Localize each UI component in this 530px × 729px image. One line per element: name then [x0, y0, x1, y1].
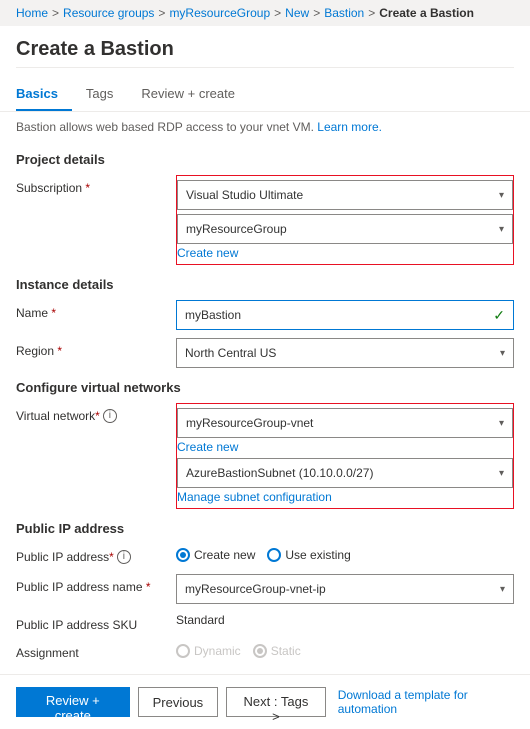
resource-group-chevron-icon: ▾ — [499, 224, 504, 235]
project-details-title: Project details — [0, 144, 530, 171]
breadcrumb-my-resource-group[interactable]: myResourceGroup — [169, 6, 270, 20]
region-label: Region * — [16, 338, 176, 358]
resource-group-select[interactable]: myResourceGroup ▾ — [177, 214, 513, 244]
assignment-static-label: Static — [271, 644, 301, 658]
subnet-select[interactable]: AzureBastionSubnet (10.10.0.0/27) ▾ — [177, 458, 513, 488]
virtual-network-chevron-icon: ▾ — [499, 418, 504, 429]
virtual-network-select[interactable]: myResourceGroup-vnet ▾ — [177, 408, 513, 438]
public-ip-create-new-option[interactable]: Create new — [176, 548, 255, 562]
breadcrumb-bastion[interactable]: Bastion — [324, 6, 364, 20]
virtual-network-row: Virtual network * i myResourceGroup-vnet… — [0, 399, 530, 513]
tab-tags[interactable]: Tags — [86, 78, 127, 111]
assignment-row: Assignment Dynamic Static — [0, 636, 530, 666]
assignment-static-radio[interactable] — [253, 644, 267, 658]
public-ip-name-row: Public IP address name * myResourceGroup… — [0, 570, 530, 608]
name-control: myBastion ✓ — [176, 300, 514, 330]
title-divider — [16, 67, 514, 68]
learn-more-link[interactable]: Learn more. — [317, 120, 382, 134]
download-template-link[interactable]: Download a template for automation — [338, 688, 514, 716]
public-ip-use-existing-option[interactable]: Use existing — [267, 548, 350, 562]
public-ip-create-new-radio[interactable] — [176, 548, 190, 562]
public-ip-create-new-label: Create new — [194, 548, 255, 562]
assignment-label: Assignment — [16, 640, 176, 660]
name-label: Name * — [16, 300, 176, 320]
subscription-label: Subscription * — [16, 175, 176, 195]
region-chevron-icon: ▾ — [500, 348, 505, 359]
public-ip-use-existing-label: Use existing — [285, 548, 350, 562]
public-ip-sku-label: Public IP address SKU — [16, 612, 176, 632]
public-ip-options: Create new Use existing — [176, 544, 514, 566]
next-button[interactable]: Next : Tags > — [226, 687, 326, 717]
resource-group-create-new-link[interactable]: Create new — [177, 246, 513, 260]
instance-details-title: Instance details — [0, 269, 530, 296]
subscription-row: Subscription * Visual Studio Ultimate ▾ … — [0, 171, 530, 269]
assignment-dynamic-label: Dynamic — [194, 644, 241, 658]
assignment-dynamic-radio[interactable] — [176, 644, 190, 658]
name-input[interactable]: myBastion ✓ — [176, 300, 514, 330]
review-create-button[interactable]: Review + create — [16, 687, 130, 717]
public-ip-name-control: myResourceGroup-vnet-ip ▾ — [176, 574, 514, 604]
subnet-chevron-icon: ▾ — [499, 468, 504, 479]
breadcrumb-resource-groups[interactable]: Resource groups — [63, 6, 154, 20]
region-control: North Central US ▾ — [176, 338, 514, 368]
subscription-chevron-icon: ▾ — [499, 190, 504, 201]
virtual-network-control: myResourceGroup-vnet ▾ Create new AzureB… — [176, 403, 514, 509]
breadcrumb: Home > Resource groups > myResourceGroup… — [0, 0, 530, 26]
virtual-network-label: Virtual network * i — [16, 403, 176, 423]
page-title: Create a Bastion — [0, 26, 530, 67]
public-ip-name-label: Public IP address name * — [16, 574, 176, 594]
public-ip-sku-value: Standard — [176, 612, 514, 627]
public-ip-sku-row: Public IP address SKU Standard — [0, 608, 530, 636]
assignment-options: Dynamic Static — [176, 640, 514, 662]
manage-subnet-link[interactable]: Manage subnet configuration — [177, 490, 513, 504]
region-select[interactable]: North Central US ▾ — [176, 338, 514, 368]
info-text: Bastion allows web based RDP access to y… — [0, 120, 530, 144]
assignment-control: Dynamic Static — [176, 640, 514, 662]
public-ip-label: Public IP address * i — [16, 544, 176, 564]
public-ip-name-select[interactable]: myResourceGroup-vnet-ip ▾ — [176, 574, 514, 604]
virtual-network-create-new-link[interactable]: Create new — [177, 440, 513, 454]
name-checkmark-icon: ✓ — [493, 307, 505, 324]
subscription-select[interactable]: Visual Studio Ultimate ▾ — [177, 180, 513, 210]
region-row: Region * North Central US ▾ — [0, 334, 530, 372]
tab-review-create[interactable]: Review + create — [141, 78, 249, 111]
breadcrumb-current: Create a Bastion — [379, 6, 474, 20]
subscription-control: Visual Studio Ultimate ▾ myResourceGroup… — [176, 175, 514, 265]
virtual-network-info-icon[interactable]: i — [103, 409, 117, 423]
breadcrumb-new[interactable]: New — [285, 6, 309, 20]
name-row: Name * myBastion ✓ — [0, 296, 530, 334]
assignment-static-option[interactable]: Static — [253, 644, 301, 658]
public-ip-use-existing-radio[interactable] — [267, 548, 281, 562]
public-ip-name-chevron-icon: ▾ — [500, 584, 505, 595]
breadcrumb-home[interactable]: Home — [16, 6, 48, 20]
public-ip-title: Public IP address — [0, 513, 530, 540]
virtual-networks-title: Configure virtual networks — [0, 372, 530, 399]
assignment-dynamic-option[interactable]: Dynamic — [176, 644, 241, 658]
public-ip-control: Create new Use existing — [176, 544, 514, 566]
tab-basics[interactable]: Basics — [16, 78, 72, 111]
tabs-bar: Basics Tags Review + create — [0, 78, 530, 112]
public-ip-info-icon[interactable]: i — [117, 550, 131, 564]
bottom-bar: Review + create Previous Next : Tags > D… — [0, 674, 530, 729]
previous-button[interactable]: Previous — [138, 687, 219, 717]
